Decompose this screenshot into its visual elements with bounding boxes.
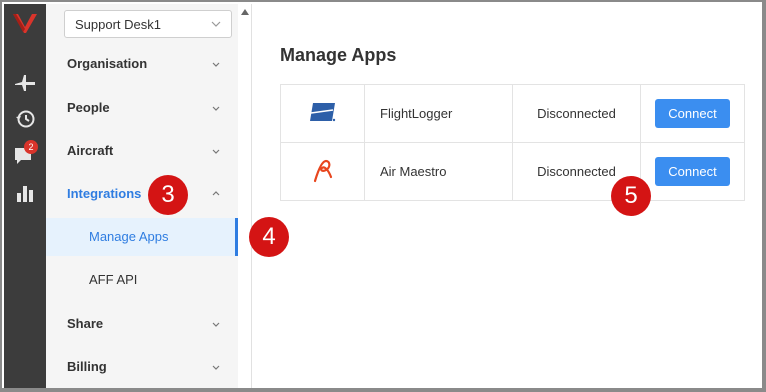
app-window: 2 Support Desk1 Organisation People Airc…	[0, 0, 766, 392]
sidebar-item-aircraft[interactable]: Aircraft	[46, 130, 238, 172]
app-status: Disconnected	[512, 84, 641, 143]
step-marker-5: 5	[611, 176, 651, 216]
step-marker-4: 4	[249, 217, 289, 257]
sidebar-item-label: People	[67, 100, 110, 115]
sidebar-item-label: Billing	[67, 359, 107, 374]
chevron-down-icon	[212, 106, 220, 111]
app-name: Air Maestro	[364, 142, 513, 201]
sidebar-item-billing[interactable]: Billing	[46, 346, 238, 388]
sidebar-item-label: Integrations	[67, 186, 142, 201]
workspace-select[interactable]: Support Desk1	[64, 10, 232, 38]
sidebar-item-share[interactable]: Share	[46, 303, 238, 345]
page-title: Manage Apps	[280, 45, 397, 65]
sidebar-subitem-aff-api[interactable]: AFF API	[46, 261, 238, 299]
sidebar-scrollbar[interactable]	[238, 4, 252, 388]
apps-table: FlightLogger Disconnected Connect Air Ma…	[280, 84, 745, 201]
flightlogger-logo-icon	[309, 103, 335, 122]
main-content: Manage Apps FlightLogger Disconnected Co…	[253, 4, 762, 388]
history-icon[interactable]	[13, 108, 37, 130]
app-logo-cell	[280, 84, 365, 143]
chevron-up-icon	[212, 191, 220, 196]
app-logo-cell	[280, 142, 365, 201]
sidebar-subitem-label: AFF API	[89, 272, 138, 287]
chevron-down-icon	[212, 149, 220, 154]
chevron-down-icon	[212, 322, 220, 327]
bar-chart-icon[interactable]	[13, 182, 37, 204]
sidebar-item-label: Share	[67, 316, 104, 331]
table-row: Air Maestro Disconnected Connect	[280, 142, 745, 201]
sidebar-item-people[interactable]: People	[46, 87, 238, 129]
chevron-down-icon	[211, 21, 221, 27]
table-row: FlightLogger Disconnected Connect	[280, 84, 745, 143]
brand-logo-icon[interactable]	[12, 12, 38, 34]
scroll-up-arrow-icon[interactable]	[241, 9, 249, 15]
chevron-down-icon	[212, 62, 220, 67]
airplane-icon[interactable]	[13, 72, 37, 94]
connect-button[interactable]: Connect	[655, 157, 730, 186]
air-maestro-logo-icon	[313, 159, 332, 183]
step-marker-3: 3	[148, 175, 188, 215]
workspace-select-value: Support Desk1	[75, 17, 161, 32]
notification-badge: 2	[24, 140, 38, 154]
sidebar-subitem-manage-apps[interactable]: Manage Apps	[46, 218, 238, 256]
sidebar-item-label: Organisation	[67, 56, 148, 71]
sidebar-subitem-label: Manage Apps	[89, 229, 169, 244]
sidebar-item-organisation[interactable]: Organisation	[46, 43, 238, 85]
sidebar-item-integrations[interactable]: Integrations	[46, 173, 238, 215]
settings-sidebar: Support Desk1 Organisation People Aircra…	[46, 4, 238, 388]
chevron-down-icon	[212, 365, 220, 370]
app-action-cell: Connect	[640, 142, 745, 201]
app-action-cell: Connect	[640, 84, 745, 143]
connect-button[interactable]: Connect	[655, 99, 730, 128]
app-name: FlightLogger	[364, 84, 513, 143]
sidebar-item-label: Aircraft	[67, 143, 114, 158]
icon-rail: 2	[4, 4, 46, 388]
